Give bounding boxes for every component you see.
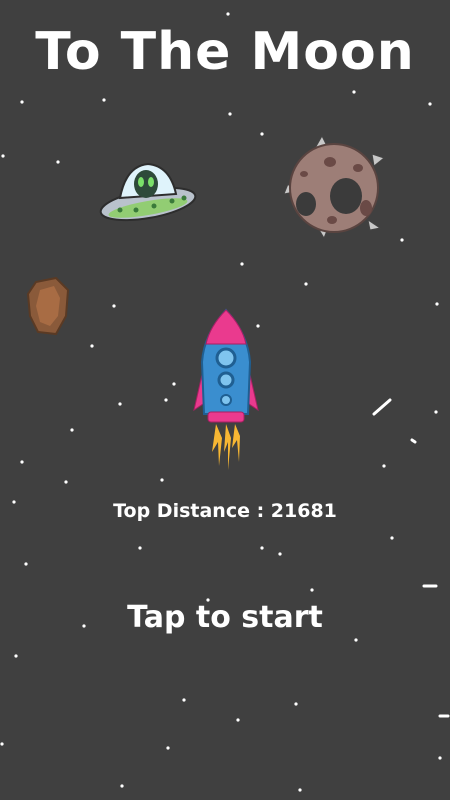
star (166, 746, 170, 750)
ufo-alien-icon (99, 162, 197, 222)
star (400, 238, 404, 242)
star (382, 464, 386, 468)
star (294, 702, 298, 706)
star (70, 428, 74, 432)
star (435, 302, 439, 306)
tap-to-start-button[interactable]: Tap to start (0, 600, 450, 635)
star (434, 410, 438, 414)
star (120, 784, 124, 788)
game-title: To The Moon (35, 22, 415, 82)
star (64, 480, 68, 484)
star (160, 478, 164, 482)
shooting-star (372, 398, 392, 416)
star (20, 100, 24, 104)
star (20, 460, 24, 464)
brown-asteroid-icon (26, 276, 70, 336)
star (14, 654, 18, 658)
rocket-icon (193, 308, 259, 470)
star (236, 718, 240, 722)
star (102, 98, 106, 102)
star (310, 588, 314, 592)
star (428, 102, 432, 106)
star (304, 282, 308, 286)
star (138, 546, 142, 550)
top-distance-label: Top Distance : 21681 (113, 500, 337, 522)
star (438, 756, 442, 760)
shooting-star (410, 438, 417, 444)
star (260, 132, 264, 136)
star (390, 536, 394, 540)
star (0, 742, 4, 746)
star (56, 160, 60, 164)
star (240, 262, 244, 266)
star (112, 304, 116, 308)
spiky-asteroid-icon (284, 134, 386, 240)
star (118, 402, 122, 406)
star (90, 344, 94, 348)
star (352, 90, 356, 94)
star (172, 382, 176, 386)
star (298, 788, 302, 792)
star (24, 562, 28, 566)
star (228, 112, 232, 116)
star (182, 698, 186, 702)
star (260, 546, 264, 550)
star (354, 638, 358, 642)
star (226, 12, 230, 16)
star (1, 154, 5, 158)
star (164, 398, 168, 402)
star (278, 552, 282, 556)
